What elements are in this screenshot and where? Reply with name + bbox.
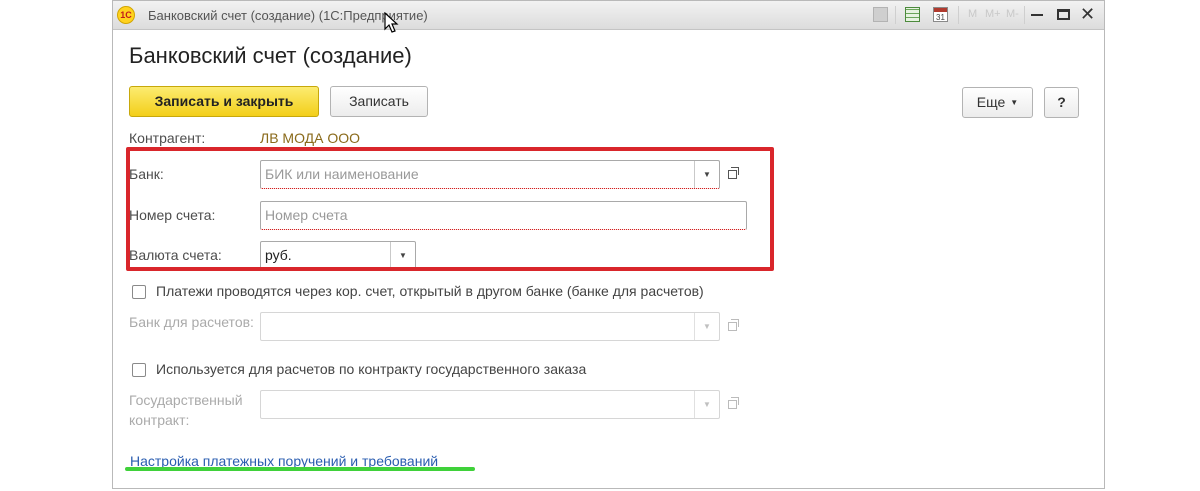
more-label: Еще bbox=[976, 94, 1006, 110]
minimize-icon[interactable] bbox=[1031, 14, 1043, 16]
settlement-bank-label: Банк для расчетов: bbox=[129, 314, 254, 330]
bank-placeholder: БИК или наименование bbox=[265, 166, 419, 182]
currency-label: Валюта счета: bbox=[129, 247, 222, 263]
save-button[interactable]: Записать bbox=[330, 86, 428, 117]
mouse-cursor-icon bbox=[384, 12, 399, 33]
currency-select[interactable]: руб. ▼ bbox=[260, 241, 416, 270]
gov-contract-checkbox[interactable] bbox=[132, 363, 146, 377]
green-underline-marker bbox=[125, 467, 475, 471]
1c-logo-icon: 1С bbox=[117, 6, 135, 24]
bank-input[interactable]: БИК или наименование ▼ bbox=[260, 160, 720, 189]
help-button[interactable]: ? bbox=[1044, 87, 1079, 118]
memory-m-icon[interactable]: M bbox=[968, 8, 977, 20]
settlement-bank-dropdown-icon: ▼ bbox=[694, 313, 719, 340]
currency-dropdown-icon[interactable]: ▼ bbox=[390, 242, 415, 269]
settlement-bank-input: ▼ bbox=[260, 312, 720, 341]
form-heading: Банковский счет (создание) bbox=[129, 43, 412, 68]
toolbar-separator bbox=[958, 6, 959, 24]
toolbar-separator bbox=[1024, 6, 1025, 24]
currency-value: руб. bbox=[265, 247, 292, 263]
calculator-icon[interactable] bbox=[905, 7, 920, 22]
maximize-icon[interactable] bbox=[1057, 9, 1070, 20]
close-icon[interactable]: ✕ bbox=[1080, 4, 1095, 24]
form-window: 1С Банковский счет (создание) (1С:Предпр… bbox=[112, 0, 1105, 489]
gov-contract-checkbox-label[interactable]: Используется для расчетов по контракту г… bbox=[156, 361, 586, 377]
bank-open-icon[interactable] bbox=[722, 161, 745, 188]
memory-m-minus-icon[interactable]: M- bbox=[1006, 8, 1019, 20]
calendar-icon[interactable]: 31 bbox=[933, 7, 948, 22]
corr-account-checkbox[interactable] bbox=[132, 285, 146, 299]
gov-contract-label: Государственный контракт: bbox=[129, 392, 243, 428]
save-and-close-button[interactable]: Записать и закрыть bbox=[129, 86, 319, 117]
contractor-label: Контрагент: bbox=[129, 130, 206, 146]
memory-m-plus-icon[interactable]: M+ bbox=[985, 8, 1001, 20]
gov-contract-open-icon bbox=[722, 391, 745, 418]
calendar-day: 31 bbox=[936, 13, 945, 22]
account-number-placeholder: Номер счета bbox=[265, 207, 348, 223]
print-icon[interactable] bbox=[873, 7, 888, 22]
more-menu-button[interactable]: Еще ▼ bbox=[962, 87, 1033, 118]
corr-account-checkbox-label[interactable]: Платежи проводятся через кор. счет, откр… bbox=[156, 283, 704, 299]
settlement-bank-open-icon bbox=[722, 313, 745, 340]
gov-contract-dropdown-icon: ▼ bbox=[694, 391, 719, 418]
toolbar-separator bbox=[895, 6, 896, 24]
title-bar: 1С Банковский счет (создание) (1С:Предпр… bbox=[113, 1, 1104, 30]
bank-label: Банк: bbox=[129, 166, 164, 182]
contractor-value[interactable]: ЛВ МОДА ООО bbox=[260, 130, 360, 146]
account-number-input[interactable]: Номер счета bbox=[260, 201, 747, 230]
chevron-down-icon: ▼ bbox=[1010, 98, 1019, 107]
account-number-label: Номер счета: bbox=[129, 207, 216, 223]
gov-contract-input: ▼ bbox=[260, 390, 720, 419]
bank-dropdown-icon[interactable]: ▼ bbox=[694, 161, 719, 188]
